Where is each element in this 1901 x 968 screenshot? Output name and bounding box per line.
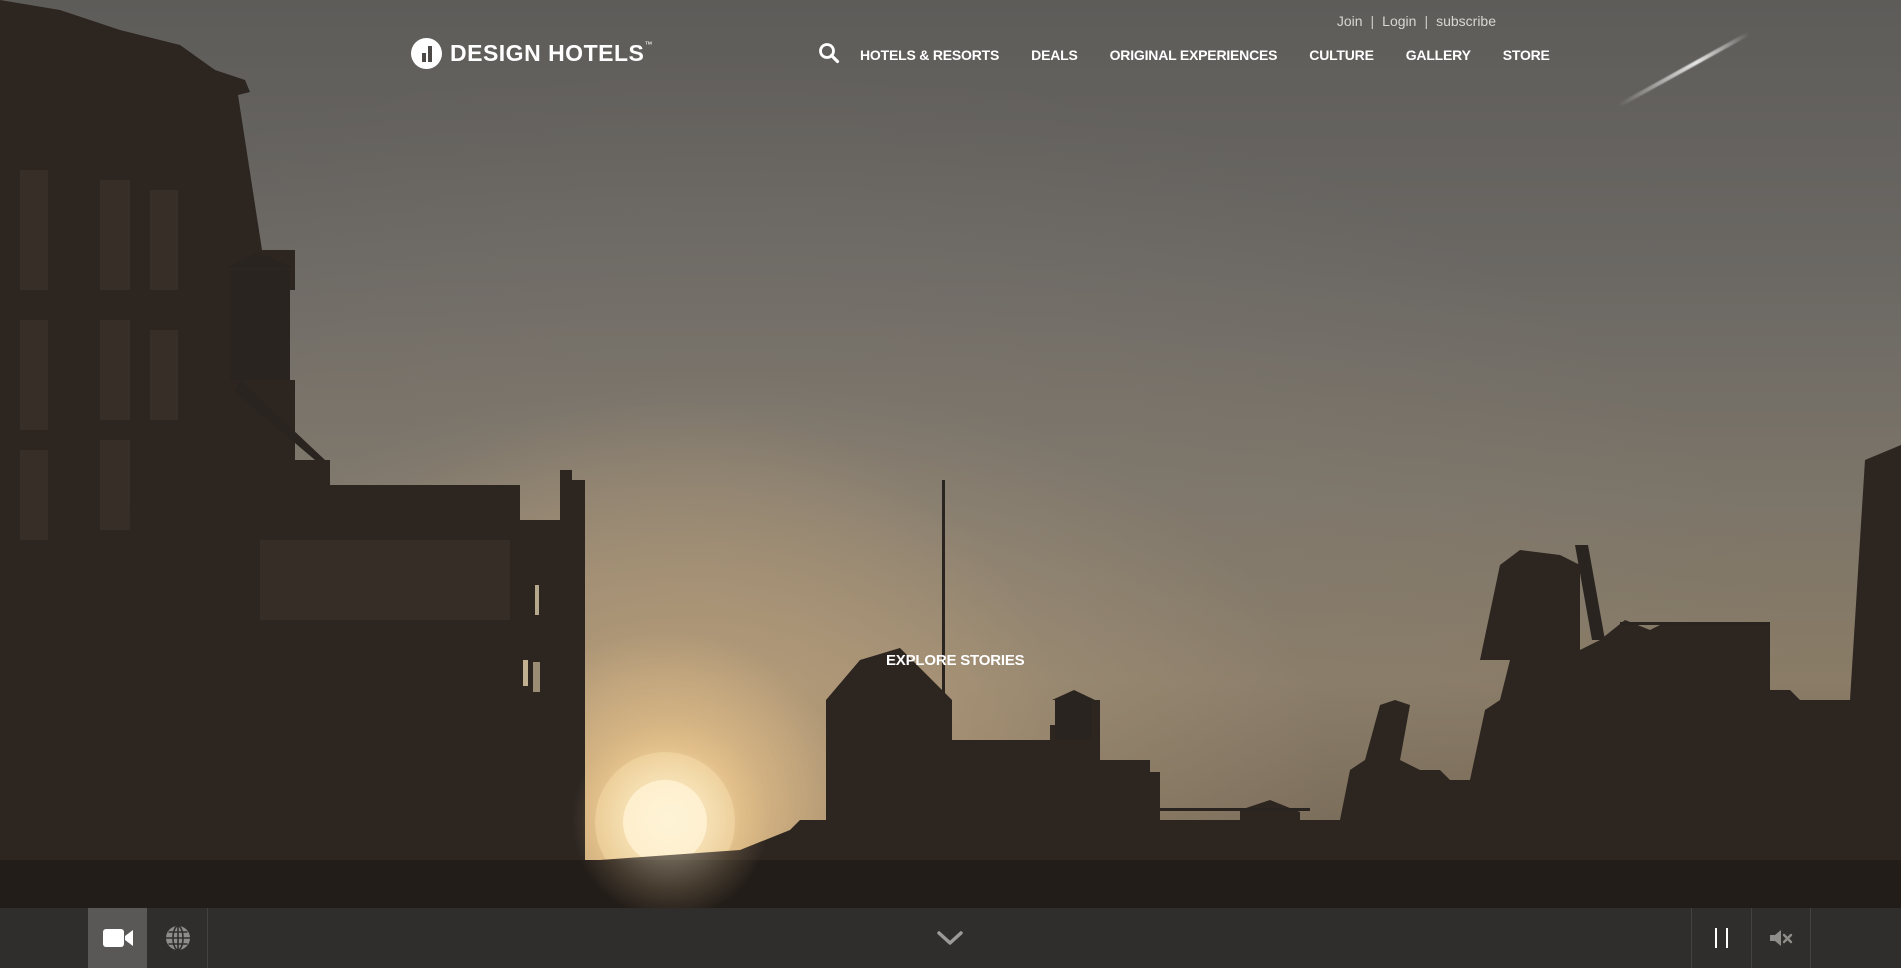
nav-hotels-resorts[interactable]: HOTELS & RESORTS [860,47,999,63]
map-view-button[interactable] [148,908,208,968]
bottom-control-bar [0,908,1901,968]
nav-original-experiences[interactable]: ORIGINAL EXPERIENCES [1110,47,1278,63]
logo-mark-icon [411,38,442,69]
utility-separator: | [1370,13,1375,29]
logo-text: DESIGN HOTELS™ [450,40,653,66]
video-camera-icon [102,929,133,947]
pause-icon [1714,928,1728,948]
nav-culture[interactable]: CULTURE [1309,47,1374,63]
sun-flare [570,720,770,908]
utility-links: Join | Login | subscribe [1337,13,1496,29]
chevron-down-icon [937,931,963,945]
utility-separator: | [1424,13,1429,29]
mute-button[interactable] [1751,908,1811,968]
subscribe-link[interactable]: subscribe [1436,13,1496,29]
explore-stories-link[interactable]: EXPLORE STORIES [886,652,1025,669]
join-link[interactable]: Join [1337,13,1363,29]
design-hotels-logo[interactable]: DESIGN HOTELS™ [411,38,653,69]
hero-video-background [0,0,1901,908]
search-icon[interactable] [818,42,840,64]
login-link[interactable]: Login [1382,13,1416,29]
skyline-silhouette [0,0,1901,908]
page: Join | Login | subscribe DESIGN HOTELS™ … [0,0,1901,968]
nav-deals[interactable]: DEALS [1031,47,1078,63]
scroll-down-button[interactable] [920,908,980,968]
speaker-muted-icon [1770,930,1793,946]
main-nav: HOTELS & RESORTS DEALS ORIGINAL EXPERIEN… [818,42,1550,66]
globe-icon [165,925,190,951]
pause-button[interactable] [1691,908,1751,968]
video-view-button[interactable] [88,908,147,968]
nav-store[interactable]: STORE [1503,47,1550,63]
nav-gallery[interactable]: GALLERY [1406,47,1471,63]
